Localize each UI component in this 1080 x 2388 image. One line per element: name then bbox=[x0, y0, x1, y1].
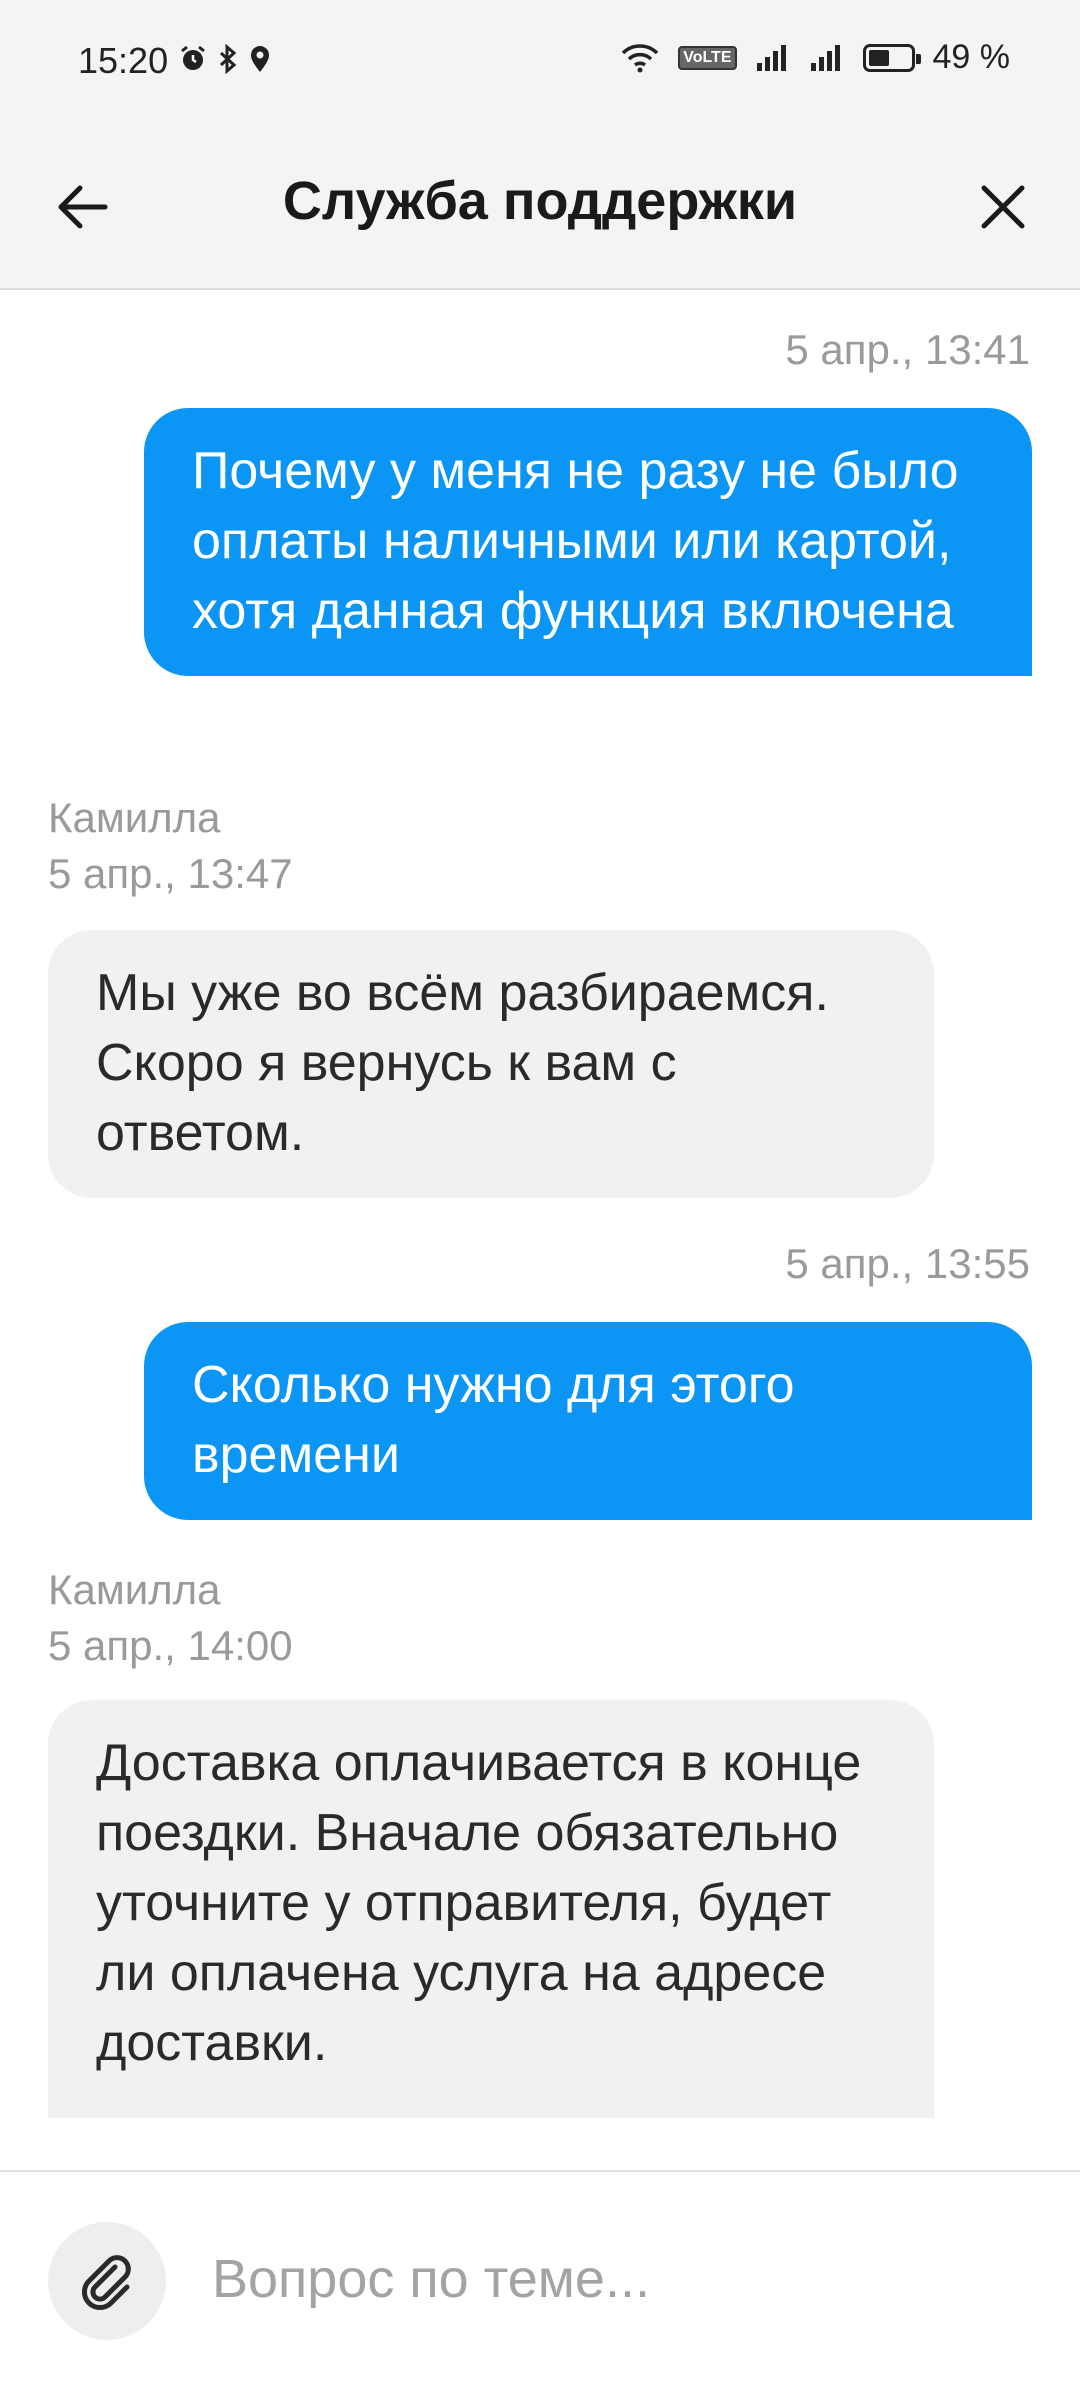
alarm-icon bbox=[181, 45, 205, 70]
status-icons-left bbox=[178, 44, 272, 74]
close-button[interactable] bbox=[968, 172, 1038, 242]
message-author: Камилла bbox=[48, 1566, 221, 1613]
message-composer bbox=[0, 2170, 1080, 2388]
signal-icon bbox=[756, 44, 786, 71]
outgoing-message[interactable]: Сколько нужно для этого времени bbox=[144, 1322, 1032, 1520]
status-icons-right: VoLTE 49 % bbox=[620, 38, 1010, 77]
paperclip-icon bbox=[81, 2255, 131, 2311]
status-bar: 15:20 VoLTE 49 % bbox=[0, 0, 1080, 100]
battery-percent: 49 % bbox=[932, 38, 1011, 76]
close-icon bbox=[981, 185, 1025, 229]
signal-icon bbox=[810, 44, 840, 71]
attach-button[interactable] bbox=[48, 2222, 166, 2340]
incoming-message[interactable]: Доставка оплачивается в конце поездки. В… bbox=[48, 1700, 934, 2118]
volte-badge: VoLTE bbox=[678, 45, 737, 70]
incoming-message[interactable]: Мы уже во всём разбираемся. Скоро я верн… bbox=[48, 930, 934, 1198]
location-icon bbox=[251, 46, 269, 72]
bluetooth-icon bbox=[219, 44, 237, 74]
wifi-icon bbox=[621, 43, 659, 72]
battery-level bbox=[868, 49, 889, 66]
status-time: 15:20 bbox=[78, 40, 169, 81]
message-timestamp: 5 апр., 13:55 bbox=[785, 1240, 1030, 1287]
battery-icon bbox=[862, 43, 921, 72]
outgoing-message[interactable]: Почему у меня не разу не было оплаты нал… bbox=[144, 408, 1032, 676]
chat-thread[interactable]: 5 апр., 13:41 Почему у меня не разу не б… bbox=[0, 290, 1080, 2170]
message-timestamp: 5 апр., 13:41 bbox=[785, 326, 1030, 373]
message-timestamp: 5 апр., 14:00 bbox=[48, 1622, 293, 1669]
page-title: Служба поддержки bbox=[282, 171, 798, 231]
app-header: Служба поддержки bbox=[0, 100, 1080, 290]
message-timestamp: 5 апр., 13:47 bbox=[48, 850, 293, 897]
message-author: Камилла bbox=[48, 794, 221, 841]
message-input[interactable] bbox=[210, 2228, 1014, 2330]
